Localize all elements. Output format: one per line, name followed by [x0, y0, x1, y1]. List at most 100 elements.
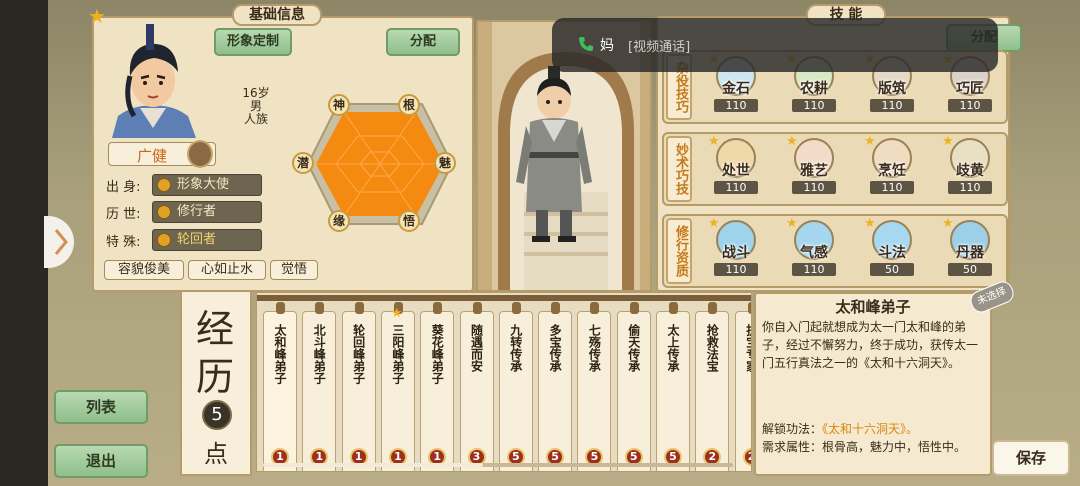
- basic-info-tab[interactable]: 基础信息: [232, 4, 322, 26]
- scroll-title: 抢救法宝: [705, 324, 720, 372]
- character-name-bar[interactable]: 广健: [108, 140, 216, 168]
- scroll-count: 5: [629, 450, 638, 463]
- exit-button[interactable]: 退出: [54, 444, 148, 478]
- swirl-icon: [157, 205, 171, 219]
- skill-value: 110: [948, 99, 992, 112]
- scroll-count: 1: [433, 450, 442, 463]
- scroll-hook: [354, 302, 364, 314]
- past-life-value[interactable]: 修行者: [152, 201, 262, 223]
- experience-scroll[interactable]: ★ 三阳峰弟子 1: [380, 302, 415, 471]
- scroll-hook: [669, 302, 678, 314]
- character-portrait: [104, 20, 202, 138]
- skill-name: 版筑: [878, 81, 906, 97]
- skill-name: 歧黄: [956, 163, 984, 179]
- star-icon: ★: [864, 134, 876, 149]
- scroll-title: 三阳峰弟子: [390, 324, 405, 384]
- scroll-hook: [747, 302, 751, 314]
- unlock-value: 《太和十六洞天》。: [822, 422, 919, 436]
- list-button[interactable]: 列表: [54, 390, 148, 424]
- left-edge: [0, 0, 48, 486]
- experience-scroll[interactable]: 轮回峰弟子 1: [341, 302, 376, 471]
- scroll-hook: [551, 302, 561, 314]
- detail-title: 太和峰弟子: [835, 298, 911, 316]
- experience-scroll[interactable]: 护宝专家 2: [734, 302, 752, 471]
- trait-chip[interactable]: 觉悟: [270, 260, 318, 280]
- skill-value: 110: [714, 181, 758, 194]
- scroll-count: 5: [511, 450, 520, 463]
- detail-description: 你自入门起就想成为太一门太和峰的弟子，经过不懈努力，终于成功，获传太一门五行真法…: [762, 320, 979, 370]
- experience-scroll[interactable]: 抢救法宝 2: [695, 302, 730, 471]
- trait-chip[interactable]: 心如止水: [188, 260, 266, 280]
- skill-item[interactable]: ★ 丹器 50: [942, 216, 996, 276]
- scroll-title: 护宝专家: [744, 324, 752, 372]
- scroll-count: 2: [748, 450, 751, 463]
- points-unit: 点: [204, 440, 228, 468]
- scroll-hook: [511, 302, 521, 314]
- star-icon: ★: [864, 216, 876, 231]
- skill-value: 110: [870, 99, 914, 112]
- skill-item[interactable]: ★ 歧黄 110: [942, 134, 996, 194]
- scroll-count: 1: [315, 450, 324, 463]
- special-value-text: 轮回者: [177, 232, 217, 247]
- skill-name: 巧匠: [956, 81, 984, 97]
- scroll-hook: [472, 302, 482, 314]
- special-value[interactable]: 轮回者: [152, 229, 262, 251]
- scroll-count: 1: [276, 450, 284, 463]
- skill-value: 110: [792, 263, 836, 276]
- character-name: 广健: [137, 147, 168, 165]
- origin-value[interactable]: 形象大使: [152, 174, 262, 196]
- origin-row: 出 身: 形象大使: [106, 174, 266, 196]
- save-button[interactable]: 保存: [992, 440, 1070, 476]
- scroll-hook: [433, 302, 443, 314]
- skill-name: 烹饪: [878, 163, 906, 179]
- scroll-title: 太上传承: [666, 324, 680, 372]
- game-screen: ★ 基础信息 形象定制 分配 16岁 男 人族 广健 出 身: 形象大使 历 世…: [0, 0, 1080, 486]
- experience-scroll[interactable]: 葵花峰弟子 1: [420, 302, 455, 471]
- skill-value: 110: [948, 181, 992, 194]
- detail-panel: 太和峰弟子 你自入门起就想成为太一门太和峰的弟子，经过不懈努力，终于成功，获传太…: [754, 292, 992, 476]
- stamp-text: 未选择: [975, 285, 1008, 308]
- scroll-hook: [629, 302, 639, 314]
- swirl-icon: [157, 178, 171, 192]
- trait-chip[interactable]: 容貌俊美: [104, 260, 184, 280]
- scroll-count: 1: [394, 450, 402, 463]
- skill-item[interactable]: ★ 处世 110: [708, 134, 762, 194]
- skill-item[interactable]: ★ 雅艺 110: [786, 134, 840, 194]
- scroll-title: 太和峰弟子: [273, 324, 287, 384]
- basic-allocate-button[interactable]: 分配: [386, 28, 460, 56]
- experience-scroll[interactable]: 多宝传承 5: [538, 302, 573, 471]
- incoming-call-banner[interactable]: 妈 [视频通话]: [552, 18, 998, 72]
- skill-item[interactable]: ★ 气感 110: [786, 216, 840, 276]
- skill-item[interactable]: ★ 斗法 50: [864, 216, 918, 276]
- brush-edit-icon[interactable]: [187, 140, 213, 168]
- skill-value: 110: [792, 181, 836, 194]
- back-arrow-button[interactable]: [44, 216, 74, 268]
- star-icon: ★: [708, 216, 720, 231]
- scroll-hook: [315, 302, 325, 314]
- hex-label-mei: 魅: [434, 152, 456, 174]
- experience-points-badge: 5: [202, 400, 232, 430]
- special-row: 特 殊: 轮回者: [106, 229, 266, 251]
- scroll-hook: [708, 302, 718, 314]
- hex-label-shen: 神: [328, 94, 350, 116]
- experience-scroll[interactable]: 七殇传承 5: [577, 302, 612, 471]
- horizontal-scrollbar[interactable]: [263, 463, 733, 467]
- scroll-title: 九转传承: [508, 324, 523, 372]
- past-life-value-text: 修行者: [177, 204, 217, 219]
- experience-scroll[interactable]: 随遇而安 3: [459, 302, 494, 471]
- skill-value: 50: [870, 263, 914, 276]
- call-type: [视频通话]: [628, 40, 691, 55]
- skill-name: 雅艺: [800, 163, 828, 179]
- experience-scroll[interactable]: 偷天传承 5: [616, 302, 651, 471]
- scroll-hook: [590, 302, 600, 314]
- skill-item[interactable]: ★ 烹饪 110: [864, 134, 918, 194]
- skill-value: 110: [714, 263, 758, 276]
- experience-scroll[interactable]: 太和峰弟子 1: [263, 302, 297, 471]
- appearance-custom-button[interactable]: 形象定制: [214, 28, 292, 56]
- scrollbar-thumb[interactable]: [263, 463, 483, 467]
- skill-item[interactable]: ★ 战斗 110: [708, 216, 762, 276]
- experience-scroll[interactable]: 北斗峰弟子 1: [302, 302, 337, 471]
- experience-scroll[interactable]: 九转传承 5: [498, 302, 533, 471]
- star-icon: ★: [942, 216, 954, 231]
- experience-scroll[interactable]: 太上传承 5: [656, 302, 690, 471]
